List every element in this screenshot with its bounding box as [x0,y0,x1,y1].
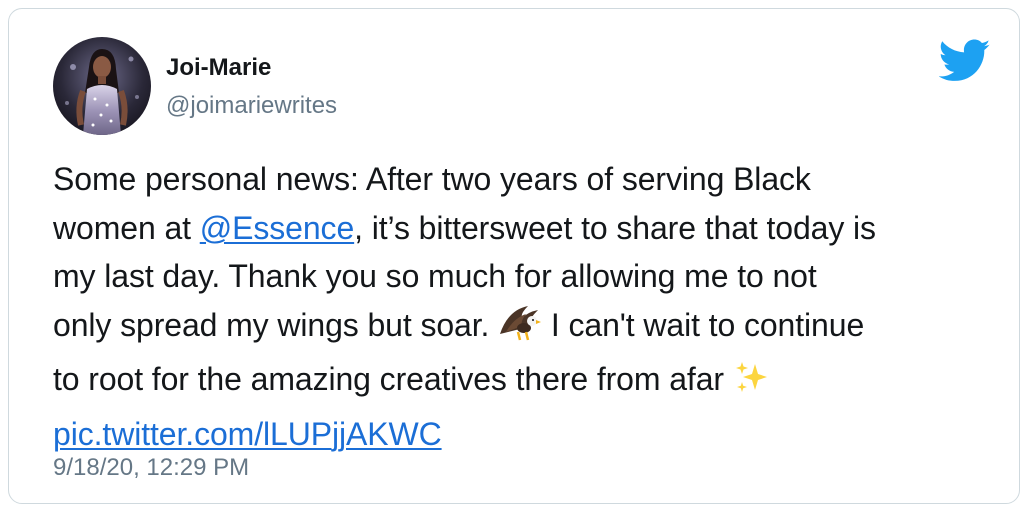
tweet-line: my last day. Thank you so much for allow… [53,258,817,294]
tweet-text-segment: to root for the amazing creatives there … [53,361,733,397]
tweet-line: Some personal news: After two years of s… [53,161,811,197]
twitter-bird-icon[interactable] [938,39,991,83]
tweet-timestamp[interactable]: 9/18/20, 12:29 PM [53,453,249,483]
tweet-line: pic.twitter.com/lLUPjjAKWC [53,410,1003,459]
tweet-text-segment: only spread my wings but soar. [53,306,499,343]
sparkles-emoji-icon [733,360,769,410]
avatar-photo [53,37,151,135]
mention-link[interactable]: @Essence [200,210,355,246]
eagle-emoji-icon [498,304,542,356]
author-handle[interactable]: @joimariewrites [166,91,337,121]
tweet-text: Some personal news: After two years of s… [53,155,1003,458]
author-display-name[interactable]: Joi-Marie [166,53,271,83]
tweet-line: to root for the amazing creatives there … [53,355,1003,410]
avatar[interactable] [53,37,151,135]
tweet-line: women at @Essence, it’s bittersweet to s… [53,204,1003,253]
tweet-text-segment: , it’s bittersweet to share that today i… [354,209,876,246]
tweet-card: Joi-Marie @joimariewrites Some personal … [8,8,1020,504]
tweet-line: only spread my wings but soar. I can't w… [53,301,1003,356]
media-link[interactable]: pic.twitter.com/lLUPjjAKWC [53,416,442,452]
tweet-text-segment: I can't wait to continue [542,306,865,343]
tweet-text-segment: women at [53,209,200,246]
